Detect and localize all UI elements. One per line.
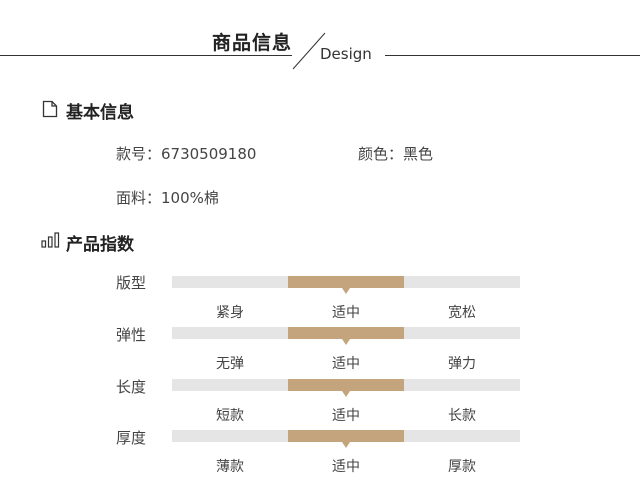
index-track [172, 430, 520, 448]
index-label: 版型 [116, 274, 147, 292]
index-option: 适中 [332, 356, 360, 372]
index-label: 长度 [116, 378, 147, 396]
index-pointer [342, 391, 350, 397]
document-icon [42, 100, 58, 118]
product-index-title: 产品指数 [66, 235, 134, 255]
page-title: 商品信息 [212, 32, 293, 54]
color-value: 颜色：黑色 [358, 145, 434, 163]
index-label: 弹性 [116, 326, 147, 344]
index-fill [288, 430, 404, 442]
index-option: 弹力 [448, 356, 476, 372]
index-option: 薄款 [216, 459, 244, 475]
index-option: 紧身 [216, 305, 244, 321]
index-track [172, 276, 520, 294]
index-pointer [342, 339, 350, 345]
bar-chart-icon [41, 232, 60, 248]
index-option: 适中 [332, 408, 360, 424]
index-track [172, 327, 520, 345]
style-number: 款号：6730509180 [116, 145, 257, 163]
index-option: 适中 [332, 305, 360, 321]
index-label: 厚度 [116, 429, 147, 447]
index-option: 长款 [448, 408, 476, 424]
index-fill [288, 327, 404, 339]
index-track [172, 379, 520, 397]
index-option: 宽松 [448, 305, 476, 321]
header-divider-left [0, 55, 292, 56]
index-option: 短款 [216, 408, 244, 424]
page-subtitle: Design [320, 45, 372, 63]
basic-info-title: 基本信息 [66, 103, 134, 123]
index-option: 厚款 [448, 459, 476, 475]
index-pointer [342, 288, 350, 294]
index-pointer [342, 442, 350, 448]
index-option: 适中 [332, 459, 360, 475]
fabric-value: 面料：100%棉 [116, 189, 219, 207]
index-fill [288, 276, 404, 288]
header-divider-right [385, 55, 640, 56]
index-option: 无弹 [216, 356, 244, 372]
index-fill [288, 379, 404, 391]
